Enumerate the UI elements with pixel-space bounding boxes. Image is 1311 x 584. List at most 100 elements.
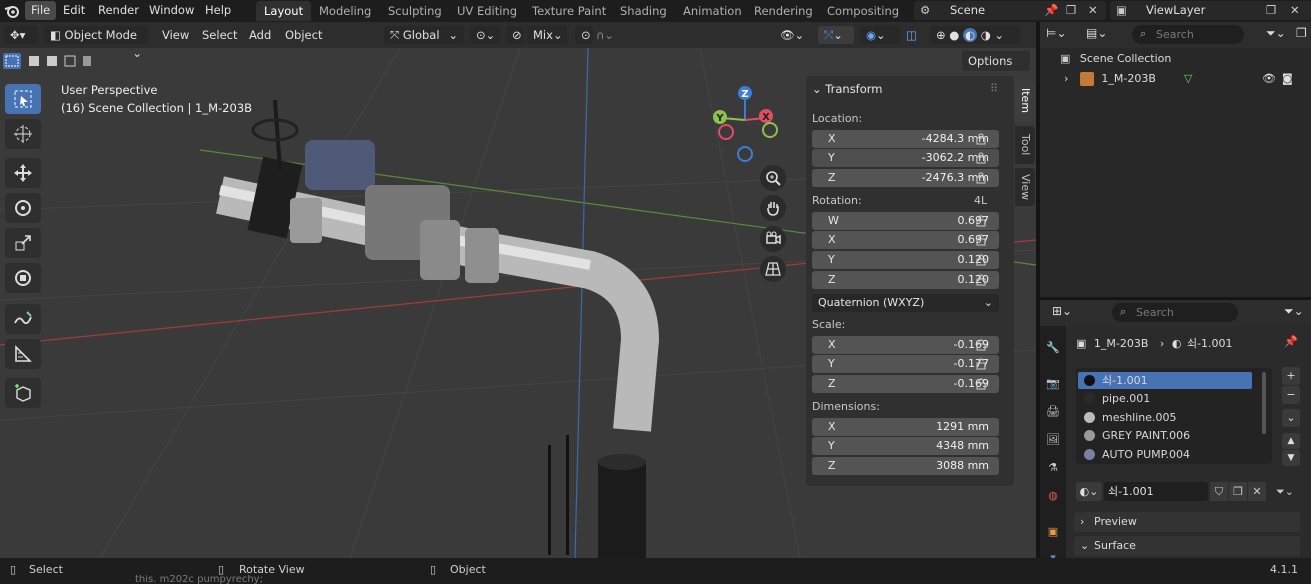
dimensions-x-field[interactable]: X 1291 mm [812, 418, 999, 436]
outliner-row[interactable]: › 1_M-203B ▽ 👁 ◙ [1064, 72, 1310, 89]
material-name-field[interactable]: 쇠-1.001 [1104, 482, 1208, 501]
new-view-layer-icon[interactable]: ❐ [1266, 1, 1276, 20]
tab-layout[interactable]: Layout [256, 1, 312, 21]
lock-icon[interactable] [976, 378, 988, 390]
lock-icon[interactable] [976, 339, 988, 351]
dimensions-z-field[interactable]: Z 3088 mm [812, 457, 999, 475]
xray-icon[interactable]: ◫ [906, 26, 926, 44]
tab-sculpting[interactable]: Sculpting [380, 1, 450, 21]
menu-render[interactable]: Render [92, 1, 145, 20]
location-y-field[interactable]: Y -3062.2 mm [812, 149, 999, 167]
lock-icon[interactable] [976, 152, 988, 164]
lock-icon[interactable] [976, 358, 988, 370]
lock-icon[interactable] [976, 215, 988, 227]
scale-x-field[interactable]: X -0.169 [812, 336, 999, 354]
tab-uv-editing[interactable]: UV Editing [449, 1, 525, 21]
tab-tool[interactable]: Tool [1015, 126, 1035, 164]
scale-z-field[interactable]: Z -0.169 [812, 375, 999, 393]
navigation-gizmo[interactable]: Z Y X [708, 82, 784, 166]
menu-help[interactable]: Help [199, 1, 237, 20]
pin-icon[interactable]: 📌 [1044, 1, 1058, 20]
rotation-mode-tag[interactable]: 4L [974, 194, 987, 207]
material-shading-icon[interactable]: ◐ [963, 28, 978, 42]
scrollbar[interactable] [1262, 372, 1266, 434]
remove-slot-button[interactable]: − [1282, 386, 1300, 404]
object-properties-icon[interactable]: ▣ [1044, 522, 1062, 540]
menu-view[interactable]: View [162, 26, 189, 44]
tool-properties-icon[interactable]: 🔧 [1044, 338, 1062, 356]
orientation-dropdown[interactable]: ⤧ Global ⌄ [384, 26, 464, 44]
menu-file[interactable]: File [25, 1, 57, 20]
lock-icon[interactable] [976, 234, 988, 246]
outliner-scene-collection[interactable]: ▣ Scene Collection [1060, 52, 1171, 65]
fake-user-icon[interactable]: ⛉ [1210, 482, 1228, 501]
link-dropdown-icon[interactable]: ⏷⌄ [1272, 482, 1298, 501]
new-collection-icon[interactable]: ❐ [1296, 26, 1307, 40]
lock-icon[interactable] [976, 172, 988, 184]
view-layer-selector[interactable]: ▣ ViewLayer ❐ ✕ [1110, 1, 1311, 20]
properties-search-input[interactable]: ⌕ Search [1112, 303, 1238, 322]
blender-logo-icon[interactable] [4, 3, 20, 19]
tab-view[interactable]: View [1015, 168, 1035, 206]
add-slot-button[interactable]: + [1282, 367, 1300, 385]
visibility-icon[interactable]: 👁⌄ [780, 26, 810, 44]
display-mode-icon[interactable]: ▤⌄ [1086, 26, 1107, 40]
camera-render-icon[interactable]: ◙ [1282, 72, 1293, 85]
close-icon[interactable]: ✕ [1088, 1, 1098, 20]
chevron-right-icon[interactable]: › [1064, 72, 1068, 85]
list-item[interactable]: 쇠-1.001 [1078, 372, 1252, 389]
zoom-icon[interactable] [760, 165, 786, 191]
chevron-down-icon[interactable]: ⌄ [994, 28, 1004, 42]
rendered-shading-icon[interactable]: ◑ [981, 28, 991, 42]
annotate-tool[interactable] [5, 304, 41, 334]
tab-texture-paint[interactable]: Texture Paint [524, 1, 614, 21]
render-properties-icon[interactable]: 📷 [1044, 374, 1062, 392]
rotation-z-field[interactable]: Z 0.120 [812, 271, 999, 289]
slot-specials-button[interactable]: ⌄ [1282, 409, 1300, 427]
add-cube-tool[interactable] [5, 378, 41, 408]
menu-edit[interactable]: Edit [57, 1, 91, 20]
browse-material-icon[interactable]: ◐⌄ [1076, 482, 1102, 501]
tab-compositing[interactable]: Compositing [819, 1, 907, 21]
list-item[interactable]: AUTO PUMP.004 [1078, 446, 1252, 463]
camera-icon[interactable] [760, 226, 786, 252]
lock-icon[interactable] [976, 254, 988, 266]
surface-panel-header[interactable]: ⌄ Surface [1074, 536, 1300, 556]
object-mode-dropdown[interactable]: ◧ Object Mode ⌄ [44, 26, 148, 60]
tab-shading[interactable]: Shading [612, 1, 675, 21]
menu-select[interactable]: Select [202, 26, 237, 44]
drag-handle-icon[interactable]: ⠿ [990, 82, 998, 95]
select-box-tool[interactable] [5, 84, 41, 114]
transform-panel-header[interactable]: ⌄ Transform [812, 82, 883, 96]
rotate-tool[interactable] [5, 193, 41, 223]
close-view-layer-icon[interactable]: ✕ [1290, 1, 1300, 20]
overlays-icon[interactable]: ◉⌄ [860, 26, 900, 44]
unlink-material-icon[interactable]: ✕ [1248, 482, 1266, 501]
pin-icon[interactable]: 📌 [1284, 335, 1298, 348]
select-mode-buttons[interactable] [2, 52, 98, 70]
tab-rendering[interactable]: Rendering [746, 1, 821, 21]
lock-icon[interactable] [976, 133, 988, 145]
location-z-field[interactable]: Z -2476.3 mm [812, 169, 999, 187]
lock-icon[interactable] [976, 274, 988, 286]
proportional-edit-icon[interactable]: ⊙ [575, 26, 593, 44]
output-properties-icon[interactable]: 🖨 [1044, 402, 1062, 420]
list-item[interactable]: GREY PAINT.006 [1078, 427, 1252, 444]
solid-shading-icon[interactable]: ● [949, 28, 959, 42]
new-scene-icon[interactable]: ❐ [1066, 1, 1076, 20]
falloff-icon[interactable]: ∩⌄ [596, 26, 626, 44]
outliner-editor-type-icon[interactable]: ⊨⌄ [1046, 26, 1067, 40]
rotation-mode-dropdown[interactable]: Quaternion (WXYZ) ⌄ [812, 294, 999, 312]
scale-y-field[interactable]: Y -0.177 [812, 355, 999, 373]
measure-tool[interactable] [5, 339, 41, 369]
gizmo-toggle-icon[interactable]: ⤲⌄ [818, 26, 854, 44]
list-item[interactable]: pipe.001 [1078, 390, 1252, 407]
move-tool[interactable] [5, 158, 41, 188]
world-properties-icon[interactable]: ◍ [1044, 486, 1062, 504]
duplicate-material-icon[interactable]: ❐ [1229, 482, 1247, 501]
menu-window[interactable]: Window [143, 1, 200, 20]
eye-icon[interactable]: 👁 [1262, 72, 1276, 85]
properties-editor-type-icon[interactable]: ⊞⌄ [1052, 304, 1072, 318]
rotation-y-field[interactable]: Y 0.120 [812, 251, 999, 269]
scene-properties-icon[interactable]: ⚗ [1044, 458, 1062, 476]
